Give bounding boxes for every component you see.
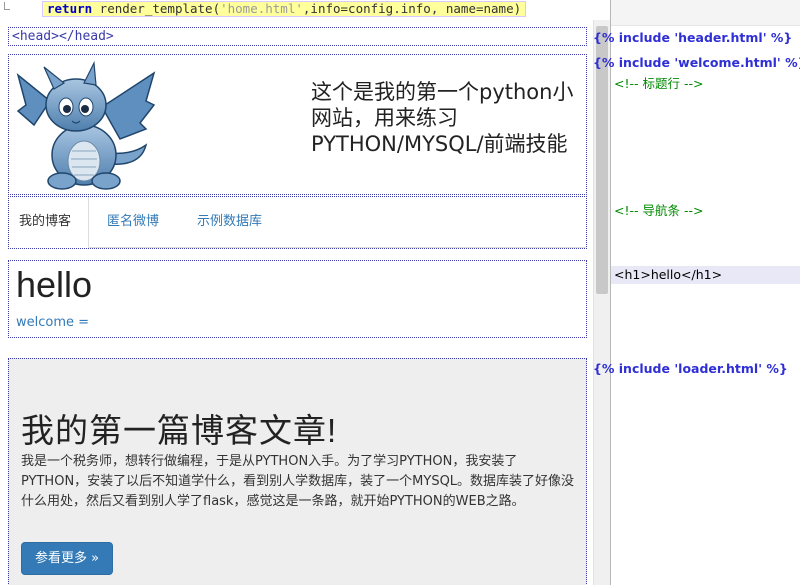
panel-top-strip	[611, 0, 800, 26]
code-editor-line: return render_template('home.html',info=…	[0, 0, 610, 20]
nav-bar-comment: <!-- 导航条 -->	[614, 203, 704, 218]
tab-anonymous-weibo[interactable]: 匿名微博	[97, 197, 169, 248]
page-preview: <head></head> 这个是我的第一个python小网站，用来练习PYTH…	[0, 20, 593, 585]
include-welcome-annotation: {% include 'welcome.html' %}	[593, 55, 800, 70]
read-more-button[interactable]: 参看更多 »	[21, 542, 114, 575]
include-header-annotation: {% include 'header.html' %}	[593, 30, 793, 45]
welcome-block: hello welcome =	[8, 260, 587, 338]
welcome-heading: hello	[16, 264, 93, 305]
nav-block: 我的博客 匿名微博 示例数据库	[8, 196, 587, 249]
blog-post-block: 我的第一篇博客文章! 我是一个税务师，想转行做编程，于是从PYTHON入手。为了…	[8, 358, 587, 585]
code-call: render_template(	[92, 1, 221, 16]
h1-code: <h1>hello</h1>	[614, 267, 723, 282]
tab-my-blog[interactable]: 我的博客	[9, 197, 89, 248]
template-annotation-panel: {% include 'header.html' %} {% include '…	[593, 0, 800, 585]
h1-code-row: <h1>hello</h1>	[611, 266, 800, 284]
dragon-logo-image	[16, 60, 156, 190]
fold-gutter	[0, 0, 14, 20]
welcome-text: welcome =	[16, 315, 90, 330]
site-title: 这个是我的第一个python小网站，用来练习PYTHON/MYSQL/前端技能	[311, 80, 574, 156]
nav-tabs: 我的博客 匿名微博 示例数据库	[9, 197, 586, 248]
code-args: ,info=config.info, name=name)	[302, 1, 522, 16]
preview-scrollbar[interactable]	[593, 20, 610, 585]
code-return-statement[interactable]: return render_template('home.html',info=…	[42, 1, 527, 17]
post-body: 我是一个税务师，想转行做编程，于是从PYTHON入手。为了学习PYTHON，我安…	[21, 454, 575, 509]
code-keyword: return	[47, 1, 93, 16]
head-tag-block: <head></head>	[8, 27, 587, 46]
post-title: 我的第一篇博客文章!	[21, 412, 338, 449]
header-block: 这个是我的第一个python小网站，用来练习PYTHON/MYSQL/前端技能	[8, 54, 587, 195]
tab-sample-database[interactable]: 示例数据库	[187, 197, 272, 248]
title-row-comment: <!-- 标题行 -->	[614, 76, 704, 91]
code-template-arg: 'home.html'	[220, 1, 303, 16]
include-loader-annotation: {% include 'loader.html' %}	[593, 361, 788, 376]
